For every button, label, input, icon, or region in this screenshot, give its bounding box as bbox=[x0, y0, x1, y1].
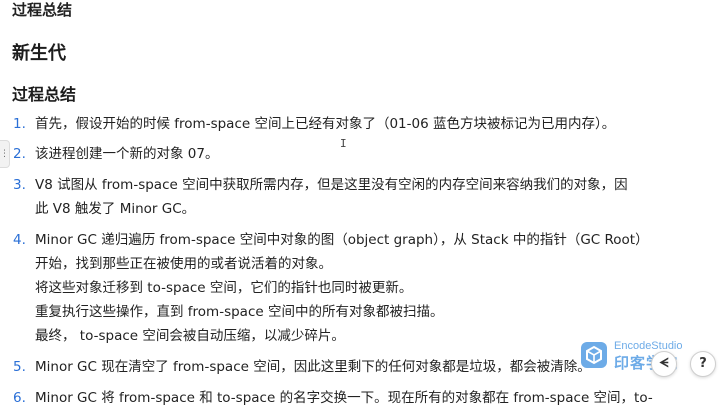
list-item-number: 1. bbox=[13, 116, 26, 132]
section-heading-new-generation: 新生代 bbox=[12, 43, 66, 64]
section-heading-top: 过程总结 bbox=[12, 1, 73, 19]
list-item-text: 重复执行这些操作，直到 from-space 空间中的所有对象都被扫描。 bbox=[35, 304, 444, 320]
list-item-text: V8 试图从 from-space 空间中获取所需内存，但是这里没有空闲的内存空… bbox=[35, 177, 628, 193]
list-item-text: 该进程创建一个新的对象 07。 bbox=[35, 146, 219, 162]
list-item-text: Minor GC 将 from-space 和 to-space 的名字交换一下… bbox=[35, 390, 653, 406]
watermark-brand-en: EncodeStudio bbox=[614, 340, 683, 352]
list-item-text: 此 V8 触发了 Minor GC。 bbox=[35, 201, 196, 217]
list-item-text: 最终， to-space 空间会被自动压缩，以减少碎片。 bbox=[35, 328, 345, 344]
section-heading-process-summary: 过程总结 bbox=[12, 85, 77, 104]
collapse-icon: ᗕ bbox=[659, 356, 669, 371]
list-item-text: 将这些对象迁移到 to-space 空间，它们的指针也同时被更新。 bbox=[35, 280, 413, 296]
list-item-number: 4. bbox=[13, 232, 26, 248]
list-item-number: 2. bbox=[13, 146, 26, 162]
list-item-text: Minor GC 递归遍历 from-space 空间中对象的图（object … bbox=[35, 232, 649, 248]
list-item-number: 5. bbox=[13, 359, 26, 375]
list-item-text: 开始，找到那些正在被使用的或者说活着的对象。 bbox=[35, 256, 332, 272]
list-item-text: Minor GC 现在清空了 from-space 空间，因此这里剩下的任何对象… bbox=[35, 359, 591, 375]
text-cursor-icon: I bbox=[340, 137, 347, 150]
list-item-number: 3. bbox=[13, 177, 26, 193]
question-mark-icon: ? bbox=[699, 356, 707, 371]
vertical-dots-icon: ⋮ bbox=[0, 149, 9, 159]
side-collapse-tab[interactable]: ⋮ bbox=[0, 140, 10, 168]
document-page: 过程总结 新生代 过程总结 1. 首先，假设开始的时候 from-space 空… bbox=[0, 0, 721, 409]
list-item-number: 6. bbox=[13, 390, 26, 406]
floating-action-button[interactable]: ᗕ bbox=[651, 351, 677, 377]
help-button[interactable]: ? bbox=[690, 351, 716, 377]
list-item-text: 首先，假设开始的时候 from-space 空间上已经有对象了（01-06 蓝色… bbox=[35, 116, 616, 132]
encodestudio-logo-icon bbox=[581, 342, 607, 368]
